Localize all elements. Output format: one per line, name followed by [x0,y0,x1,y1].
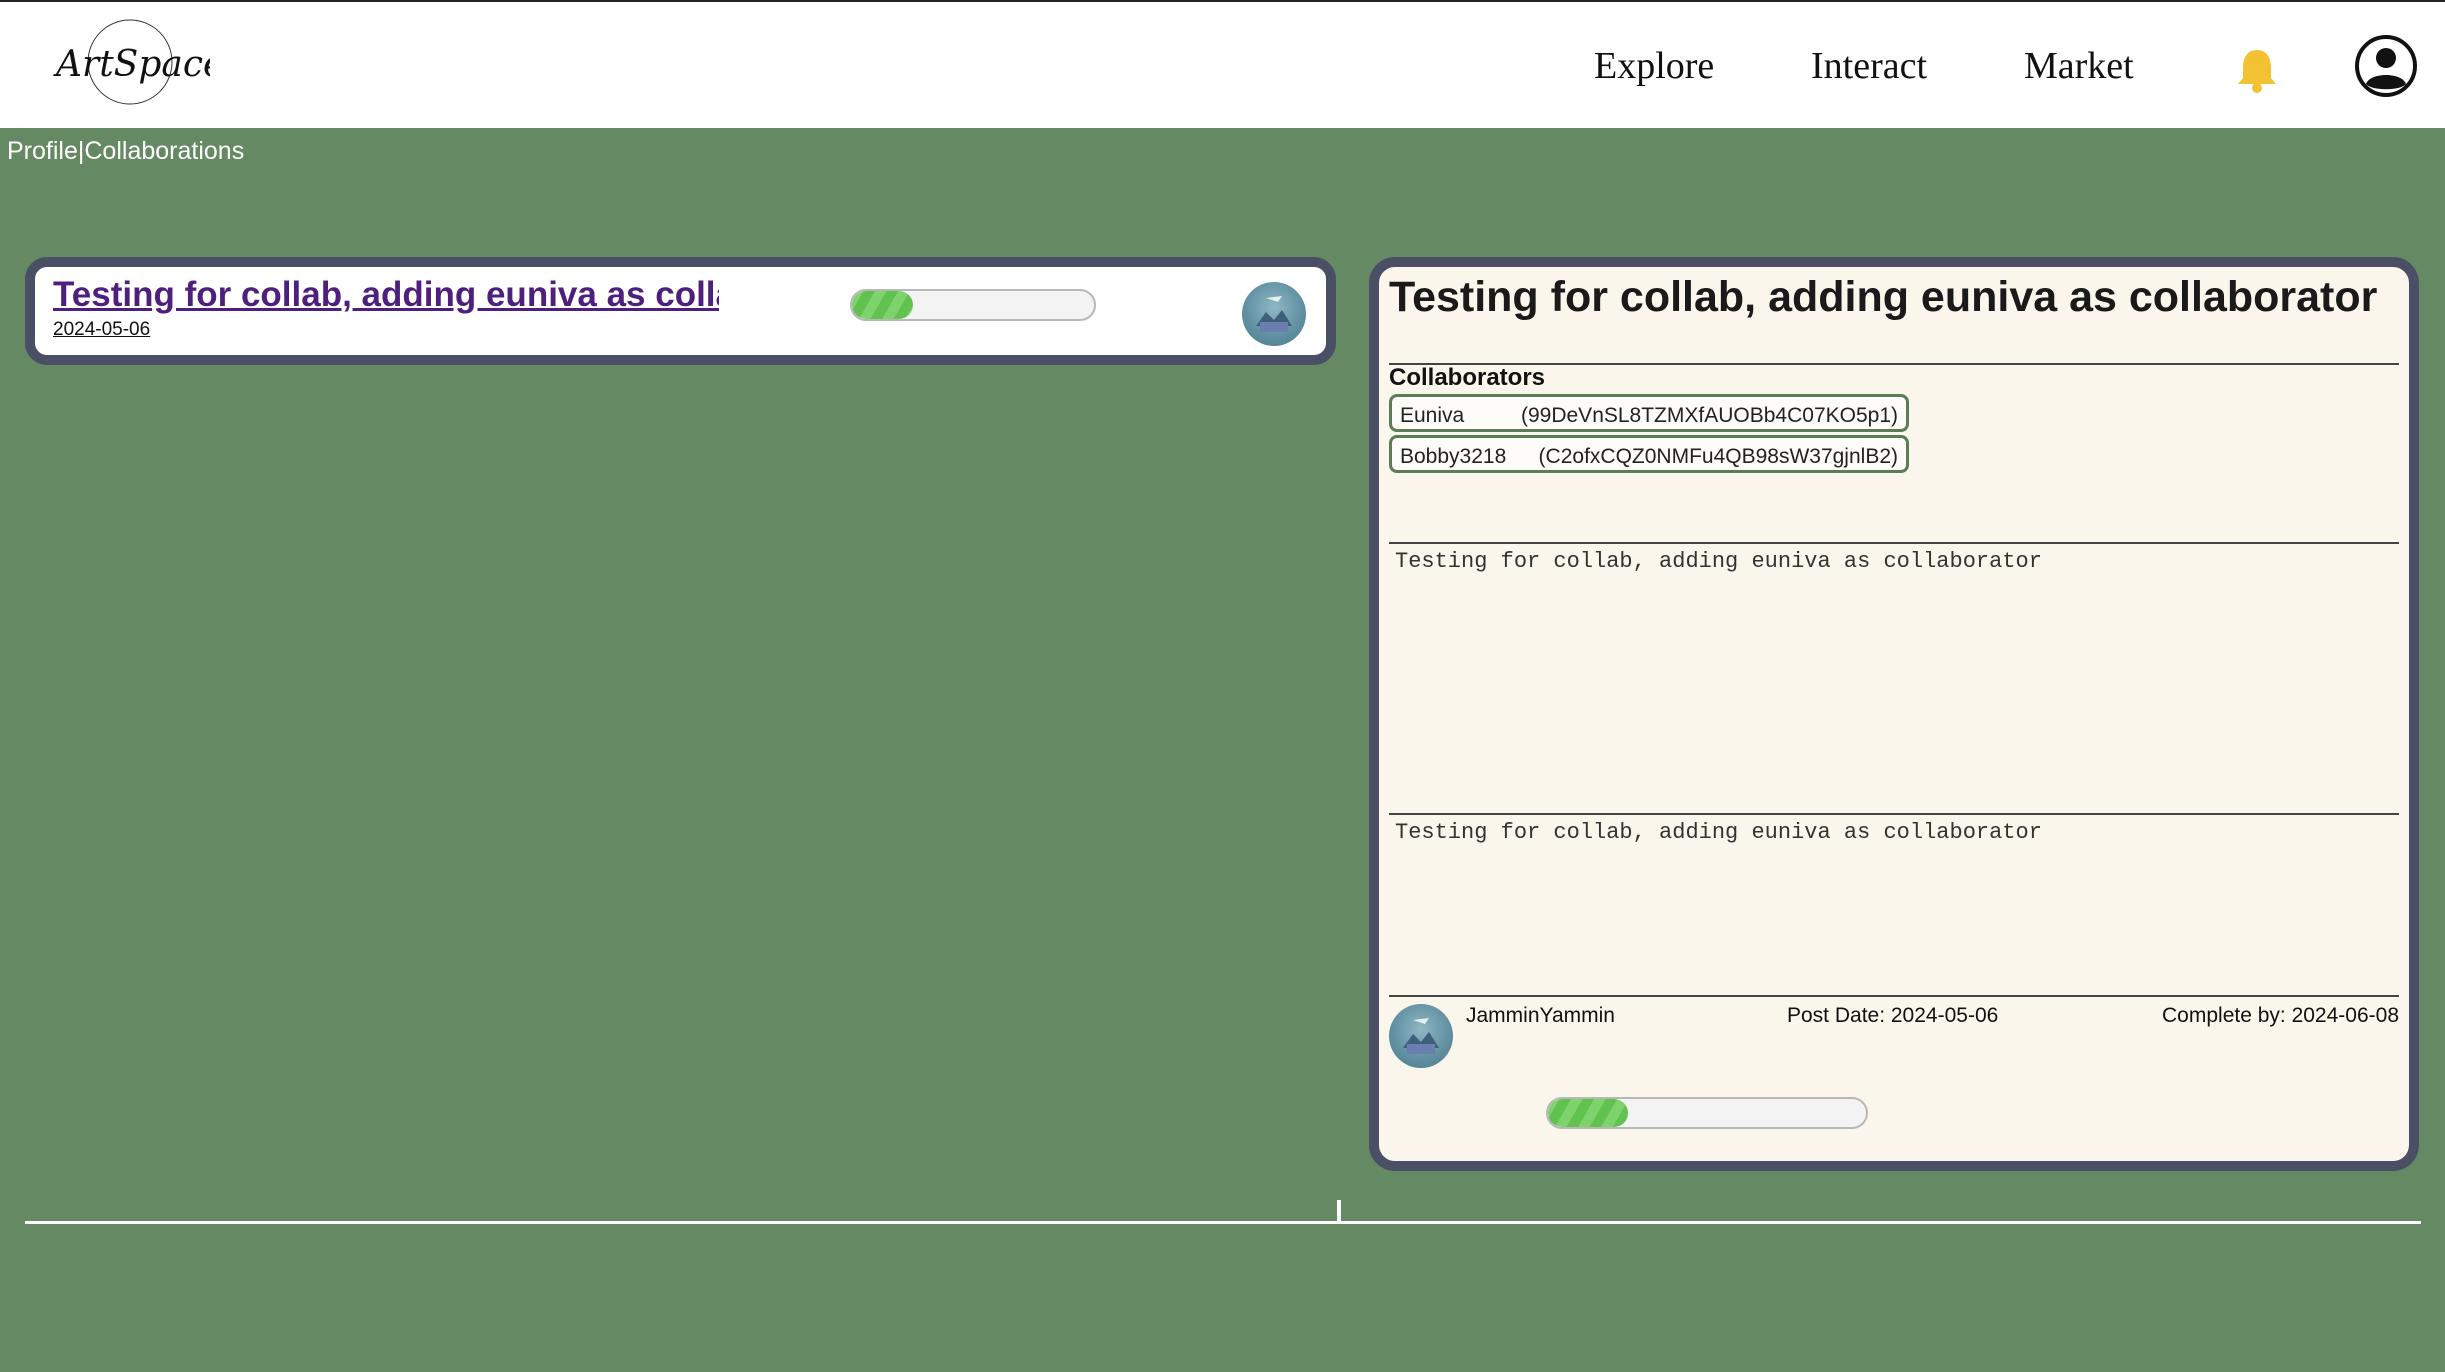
complete-by-date: Complete by: 2024-06-08 [2162,1004,2399,1027]
artspace-logo[interactable]: ArtSpace [50,16,224,108]
detail-progress-bar [1546,1097,1868,1129]
collab-item-progress-bar [850,289,1096,321]
divider [1389,542,2399,544]
bell-icon[interactable] [2235,46,2279,94]
collaborator-uid: (99DeVnSL8TZMXfAUOBb4C07KO5p1) [1520,404,1898,427]
nav-market[interactable]: Market [2024,44,2134,88]
breadcrumb: Profile|Collaborations [7,137,244,166]
collaborators-heading: Collaborators [1389,364,1546,391]
owner-avatar[interactable] [1389,1004,1453,1068]
progress-fill [852,291,913,319]
top-nav-bar: ArtSpace Explore Interact Market [0,0,2445,128]
collaborator-chip[interactable]: Bobby3218 (C2ofxCQZ0NMFu4QB98sW37gjnlB2) [1389,435,1909,473]
post-date: Post Date: 2024-05-06 [1787,1004,1999,1027]
splitter-handle[interactable] [1337,1200,1341,1222]
collab-item-title[interactable]: Testing for collab, adding euniva as col… [53,275,719,315]
collab-list-item[interactable]: Testing for collab, adding euniva as col… [25,257,1336,365]
nav-interact[interactable]: Interact [1811,44,1927,88]
breadcrumb-profile[interactable]: Profile [7,137,78,165]
svg-text:ArtSpace: ArtSpace [53,44,210,85]
user-circle-icon[interactable] [2354,34,2418,98]
bottom-divider [25,1221,2421,1224]
collaborator-name: Bobby3218 [1400,445,1507,468]
collaborator-chip[interactable]: Euniva (99DeVnSL8TZMXfAUOBb4C07KO5p1) [1389,394,1909,432]
divider [1389,995,2399,997]
collab-detail-panel: Testing for collab, adding euniva as col… [1369,257,2419,1171]
collaborator-name: Euniva [1400,404,1465,427]
nav-explore[interactable]: Explore [1594,44,1714,88]
collaborator-uid: (C2ofxCQZ0NMFu4QB98sW37gjnlB2) [1538,445,1898,468]
breadcrumb-collaborations[interactable]: Collaborations [84,137,244,165]
detail-title: Testing for collab, adding euniva as col… [1389,273,2378,321]
owner-username[interactable]: JamminYammin [1466,1004,1615,1028]
collab-item-avatar [1242,282,1306,346]
description-text-1: Testing for collab, adding euniva as col… [1395,549,2042,574]
divider [1389,813,2399,815]
description-text-2: Testing for collab, adding euniva as col… [1395,820,2042,845]
collab-item-date: 2024-05-06 [53,319,151,340]
progress-fill [1548,1099,1628,1127]
